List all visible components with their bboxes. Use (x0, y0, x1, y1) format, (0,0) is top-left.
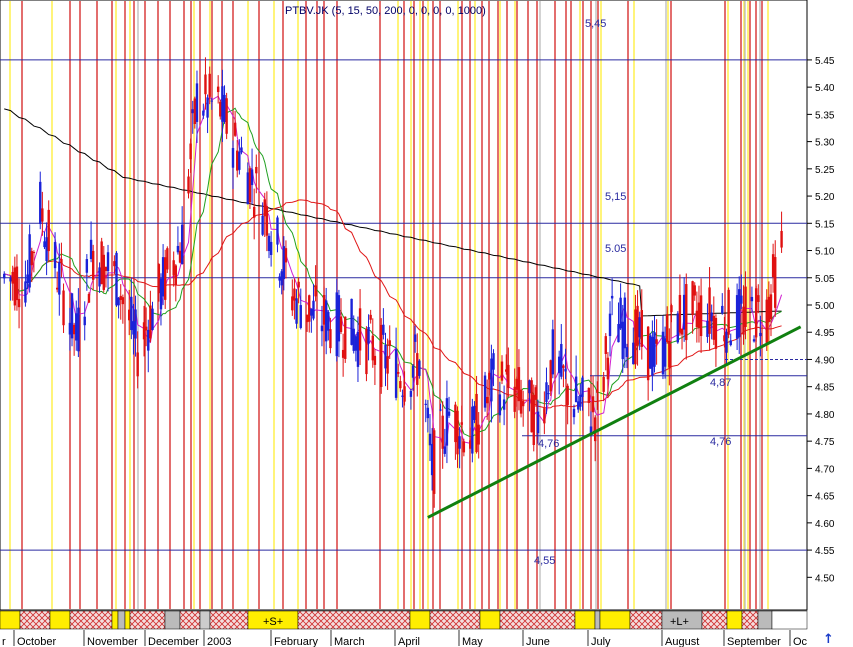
candle (28, 224, 31, 293)
candle (344, 316, 347, 363)
band-label-s: +S+ (263, 616, 283, 628)
x-tick-label: r (2, 636, 6, 647)
x-tick-label: October (17, 636, 56, 647)
band-segment (117, 610, 126, 630)
band-segment (757, 610, 773, 630)
band-segment (179, 610, 201, 630)
y-tick-label: 5.00 (815, 301, 835, 312)
band-segment (164, 610, 181, 630)
band-segment (771, 610, 808, 630)
x-tick-label: April (398, 636, 420, 647)
band-segment (594, 610, 601, 630)
y-tick-label: 4.90 (815, 355, 835, 366)
band-segment (429, 610, 481, 630)
band-segment (297, 610, 411, 630)
x-tick-label: February (274, 636, 319, 647)
x-tick-label: March (334, 636, 365, 647)
y-tick-label: 5.35 (815, 110, 835, 121)
y-tick-label: 5.25 (815, 165, 835, 176)
x-tick-label: 2003 (207, 636, 231, 647)
y-tick-label: 4.95 (815, 328, 835, 339)
candle (193, 96, 197, 129)
level-label: 5,45 (585, 18, 606, 30)
band-segment (574, 610, 596, 630)
candle (70, 293, 74, 347)
level-label: 5.05 (605, 243, 626, 255)
price-chart: 5,45 5,15 5.05 4,87 4,76 4,76 4,55 4.50 4.55 4.6… (0, 0, 835, 647)
candle (100, 237, 103, 285)
x-tick-label: December (148, 636, 199, 647)
candle (471, 398, 474, 463)
y-tick-label: 5.05 (815, 274, 835, 285)
band-segment (199, 610, 211, 630)
candle (166, 246, 169, 274)
candle (365, 326, 368, 382)
y-tick-label: 4.60 (815, 519, 835, 530)
level-label: 4,76 (710, 436, 731, 448)
x-tick-label: June (526, 636, 550, 647)
y-tick-label: 5.15 (815, 219, 835, 230)
candle (649, 333, 652, 369)
x-tick-label: August (665, 636, 699, 647)
level-label: 5,15 (605, 191, 626, 203)
signal-band: +S+ +L+ (0, 610, 808, 630)
y-tick-label: 4.70 (815, 464, 835, 475)
x-tick-label: July (591, 636, 611, 647)
band-segment (19, 610, 51, 630)
level-label: 4,87 (710, 377, 731, 389)
y-tick-label: 5.45 (815, 56, 835, 67)
band-segment (209, 610, 249, 630)
candle (350, 298, 353, 346)
band-segment (409, 610, 431, 630)
y-tick-label: 4.65 (815, 492, 835, 503)
y-tick-label: 5.40 (815, 83, 835, 94)
candle (754, 285, 758, 342)
band-segment (499, 610, 576, 630)
band-segment (629, 610, 663, 630)
band-segment (111, 610, 119, 630)
band-segment (741, 610, 759, 630)
y-tick-label: 4.75 (815, 437, 835, 448)
band-segment (0, 610, 21, 630)
level-label: 4,76 (538, 438, 559, 450)
band-segment (124, 610, 131, 630)
band-segment (49, 610, 71, 630)
y-tick-label: 4.50 (815, 573, 835, 584)
x-tick-label: November (87, 636, 138, 647)
scroll-up-arrow-icon[interactable]: ↑ (823, 632, 834, 647)
y-tick-label: 4.80 (815, 410, 835, 421)
x-tick-label: May (462, 636, 483, 647)
band-label-l: +L+ (670, 616, 689, 628)
x-tick-label: September (727, 636, 781, 647)
candle (549, 359, 552, 397)
band-segment (479, 610, 501, 630)
y-tick-label: 4.55 (815, 546, 835, 557)
candle (418, 359, 421, 379)
candle (225, 92, 228, 140)
candle (530, 377, 533, 433)
band-segment (726, 610, 743, 630)
level-label: 4,55 (534, 555, 555, 567)
band-segment (599, 610, 631, 630)
band-segment (69, 610, 113, 630)
candle (380, 318, 383, 394)
candle (115, 251, 118, 307)
band-segment (701, 610, 728, 630)
y-axis: 4.50 4.55 4.60 4.65 4.70 4.75 4.80 4.85 4.90 4.95… (807, 56, 835, 584)
candle (676, 311, 679, 344)
y-tick-label: 5.10 (815, 247, 835, 258)
y-tick-label: 5.30 (815, 138, 835, 149)
candle (727, 287, 730, 339)
x-axis: r October November December 2003 February Marc… (2, 630, 808, 647)
candle (483, 371, 487, 412)
y-tick-label: 5.20 (815, 192, 835, 203)
y-tick-label: 4.85 (815, 383, 835, 394)
x-tick-label: Oc (793, 636, 808, 647)
chart-title: PTBV.JK (5, 15, 50, 200, 0, 0, 0, 0, 100… (285, 5, 486, 17)
band-segment (129, 610, 166, 630)
